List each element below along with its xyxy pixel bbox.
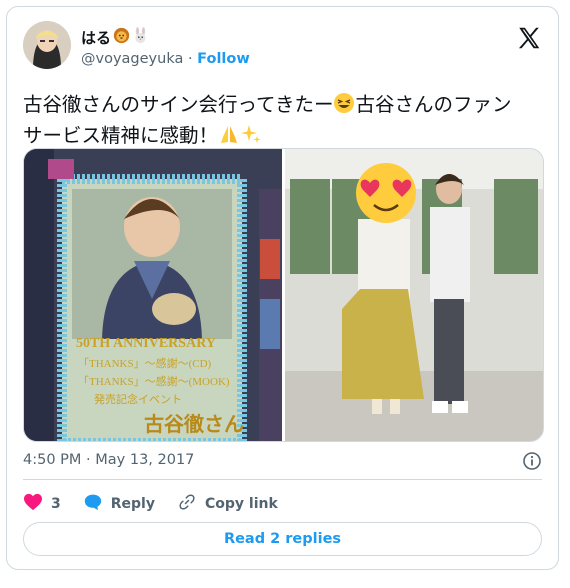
tweet-text: 古谷徹さんのサイン会行ってきたー 古谷さんのファン サービス精神に感動！	[23, 91, 543, 153]
tweet-timestamp[interactable]: 4:50 PM · May 13, 2017	[23, 452, 194, 468]
read-replies-button[interactable]: Read 2 replies	[23, 522, 542, 556]
divider	[23, 479, 542, 480]
left-photo[interactable]: 50TH ANNIVERSARY 「THANKS」〜感謝〜(CD) 「THANK…	[24, 149, 282, 442]
poster-line-2: 「THANKS」〜感謝〜(CD)	[78, 356, 212, 370]
author-display-name[interactable]: はる	[81, 27, 111, 48]
poster-line-5: 古谷徹さん	[144, 412, 244, 436]
media-grid[interactable]: 50TH ANNIVERSARY 「THANKS」〜感謝〜(CD) 「THANK…	[23, 148, 544, 442]
avatar[interactable]	[23, 21, 71, 69]
author-handle-line: @voyageyuka · Follow	[81, 51, 250, 67]
poster-line-1: 50TH ANNIVERSARY	[76, 336, 216, 351]
tweet-card: はる @voyageyuka · Follow 古谷徹さんのサイン会行ってきたー…	[6, 6, 559, 570]
tweet-text-part2: 古谷さんのファン	[355, 93, 512, 116]
heart-eyes-sticker-icon	[356, 163, 416, 223]
rabbit-face-icon	[132, 27, 149, 48]
follow-button[interactable]: Follow	[197, 51, 250, 67]
tweet-header: はる @voyageyuka · Follow	[23, 21, 542, 77]
reply-bubble-icon[interactable]	[83, 493, 103, 515]
like-action[interactable]: 3	[23, 493, 61, 515]
author-handle[interactable]: @voyageyuka	[81, 51, 183, 67]
right-photo[interactable]	[285, 149, 544, 442]
heart-icon[interactable]	[23, 493, 43, 515]
copy-link-action[interactable]: Copy link	[177, 493, 278, 515]
reply-action[interactable]: Reply	[83, 493, 155, 515]
poster-line-4: 発売記念イベント	[94, 392, 182, 406]
handle-separator: ·	[187, 51, 193, 67]
like-count: 3	[51, 496, 61, 512]
tweet-text-part3: サービス精神に感動！	[23, 124, 219, 147]
author-name-line[interactable]: はる	[81, 27, 149, 48]
grinning-squinting-face-icon	[333, 92, 355, 122]
lion-face-icon	[113, 27, 130, 48]
x-logo-icon[interactable]	[516, 25, 542, 51]
read-replies-label[interactable]: Read 2 replies	[224, 531, 341, 547]
info-icon[interactable]	[522, 451, 542, 471]
tweet-text-part1: 古谷徹さんのサイン会行ってきたー	[23, 93, 334, 116]
copy-link-label[interactable]: Copy link	[205, 496, 278, 512]
poster-line-3: 「THANKS」〜感謝〜(MOOK)	[78, 374, 230, 388]
reply-label[interactable]: Reply	[111, 496, 155, 512]
action-bar: 3 Reply Copy link	[23, 491, 300, 517]
link-icon[interactable]	[177, 493, 197, 515]
